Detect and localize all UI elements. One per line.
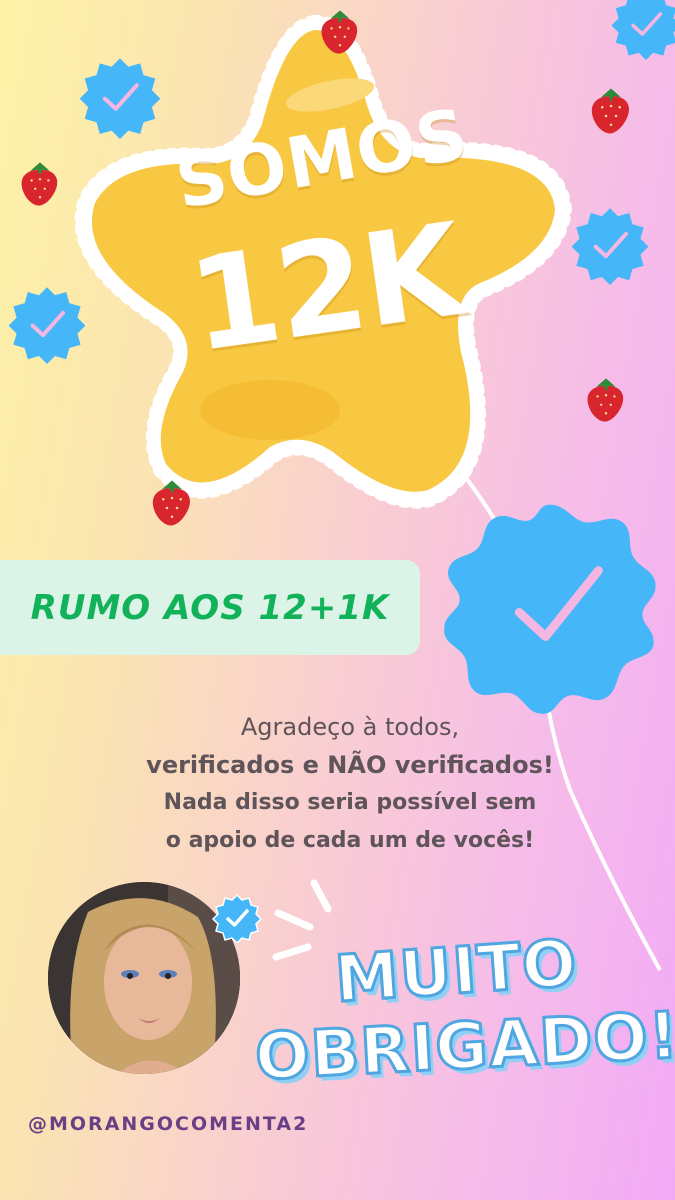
verified-badge-large-icon xyxy=(444,504,656,714)
balloon-shade xyxy=(200,380,340,440)
strawberry-icon xyxy=(587,378,624,422)
milestone-banner: RUMO AOS 12+1K xyxy=(0,560,420,655)
message-line-2: verificados e NÃO verificados! xyxy=(146,751,554,779)
verified-badge-icon xyxy=(79,58,161,139)
milestone-banner-text: RUMO AOS 12+1K xyxy=(30,587,390,628)
message-line-1: Agradeço à todos, xyxy=(240,713,460,741)
verified-badge-icon xyxy=(571,208,649,285)
verified-badge-icon xyxy=(212,893,262,943)
verified-badge-icon xyxy=(611,0,675,60)
story-card: SOMOS 12K RUMO AOS 12+1K Agradeço à todo… xyxy=(0,0,675,1200)
message-line-3: Nada disso seria possível sem xyxy=(163,790,537,815)
thank-you-message: Agradeço à todos, verificados e NÃO veri… xyxy=(100,708,600,860)
profile-handle: @MORANGOCOMENTA2 xyxy=(28,1113,309,1135)
strawberry-icon xyxy=(591,88,629,134)
sparkle-lines-icon xyxy=(272,879,332,961)
message-line-4: o apoio de cada um de vocês! xyxy=(165,828,535,853)
strawberry-icon xyxy=(152,480,190,526)
strawberry-icon xyxy=(321,10,358,54)
strawberry-icon xyxy=(21,162,58,206)
verified-badge-icon xyxy=(8,287,86,364)
